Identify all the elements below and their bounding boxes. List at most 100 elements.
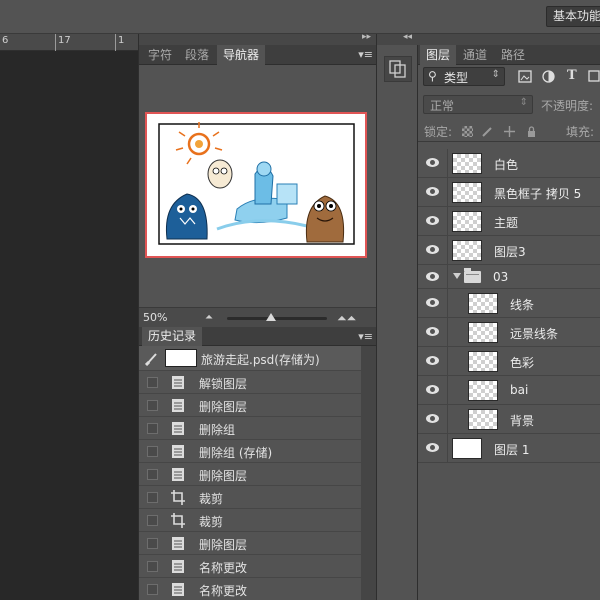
lock-all-icon[interactable] <box>526 126 537 137</box>
layer-thumbnail[interactable] <box>452 240 482 261</box>
layer-row[interactable]: bai <box>418 376 600 405</box>
dock-collapse-bar[interactable]: ◂◂ <box>377 32 419 45</box>
layer-name[interactable]: 背景 <box>510 412 534 429</box>
tab-character[interactable]: 字符 <box>142 45 178 65</box>
visibility-eye-icon[interactable] <box>426 187 439 196</box>
tab-navigator[interactable]: 导航器 <box>217 45 266 65</box>
tab-channels[interactable]: 通道 <box>457 45 493 65</box>
visibility-eye-icon[interactable] <box>426 385 439 394</box>
layer-row[interactable]: 图层3 <box>418 236 600 265</box>
panel-menu-icon[interactable]: ▾≡ <box>358 330 373 343</box>
visibility-eye-icon[interactable] <box>426 216 439 225</box>
layer-name[interactable]: 03 <box>493 270 508 284</box>
layer-thumbnail[interactable] <box>468 380 498 401</box>
layer-name[interactable]: 线条 <box>510 296 534 313</box>
shape-filter-icon[interactable] <box>588 69 600 83</box>
layer-name[interactable]: bai <box>510 383 528 397</box>
layer-name[interactable]: 图层3 <box>494 243 526 260</box>
visibility-eye-icon[interactable] <box>426 443 439 452</box>
layer-row[interactable]: 背景 <box>418 405 600 434</box>
layer-name[interactable]: 色彩 <box>510 354 534 371</box>
zoom-in-icon[interactable]: ⏶⏶ <box>337 311 356 326</box>
visibility-eye-icon[interactable] <box>426 414 439 423</box>
type-filter-icon[interactable]: T <box>567 68 577 83</box>
layer-thumbnail[interactable] <box>468 409 498 430</box>
layer-group-row[interactable]: 03 <box>418 265 600 289</box>
history-brush-source-checkbox[interactable] <box>147 515 158 526</box>
visibility-eye-icon[interactable] <box>426 245 439 254</box>
document-canvas-area[interactable]: 6 17 1 <box>0 34 138 600</box>
history-state[interactable]: 删除图层 <box>139 532 361 555</box>
layer-thumbnail[interactable] <box>468 293 498 314</box>
visibility-eye-icon[interactable] <box>426 327 439 336</box>
history-state[interactable]: 名称更改 <box>139 555 361 578</box>
collapse-arrows-icon[interactable]: ▸▸ <box>362 32 371 42</box>
history-brush-source-checkbox[interactable] <box>147 377 158 388</box>
history-state[interactable]: 删除组 (存储) <box>139 440 361 463</box>
history-state[interactable]: 裁剪 <box>139 509 361 532</box>
dock-panel-button[interactable] <box>384 56 412 82</box>
layer-thumbnail[interactable] <box>468 351 498 372</box>
layer-name[interactable]: 远景线条 <box>510 325 558 342</box>
visibility-eye-icon[interactable] <box>426 298 439 307</box>
navigator-preview[interactable] <box>145 112 367 258</box>
layers-collapse-bar[interactable] <box>418 34 600 45</box>
layer-row[interactable]: 图层 1 <box>418 434 600 463</box>
layer-row[interactable]: 线条 <box>418 289 600 318</box>
history-brush-source-checkbox[interactable] <box>147 561 158 572</box>
image-filter-icon[interactable] <box>518 70 532 83</box>
tab-paragraph[interactable]: 段落 <box>179 45 215 65</box>
history-state[interactable]: 裁剪 <box>139 486 361 509</box>
lock-transparent-icon[interactable] <box>462 126 473 137</box>
expand-arrows-icon[interactable]: ◂◂ <box>403 32 412 42</box>
document-icon <box>172 422 184 435</box>
history-brush-source-checkbox[interactable] <box>147 423 158 434</box>
zoom-level[interactable]: 50% <box>143 311 167 324</box>
tab-history[interactable]: 历史记录 <box>142 327 203 346</box>
layer-row[interactable]: 色彩 <box>418 347 600 376</box>
history-scrollbar[interactable] <box>361 346 377 600</box>
layer-name[interactable]: 主题 <box>494 214 518 231</box>
history-brush-source-checkbox[interactable] <box>147 400 158 411</box>
lock-position-icon[interactable] <box>504 126 515 137</box>
zoom-slider[interactable] <box>227 317 327 320</box>
layer-thumbnail[interactable] <box>468 322 498 343</box>
history-snapshot[interactable]: 旅游走起.psd(存储为) <box>139 346 361 371</box>
layer-thumbnail[interactable] <box>452 211 482 232</box>
layer-thumbnail[interactable] <box>452 153 482 174</box>
tab-layers[interactable]: 图层 <box>420 45 457 65</box>
panel-collapse-bar[interactable]: ▸▸ <box>139 32 377 45</box>
blend-mode-select[interactable]: 正常 ⇕ <box>423 95 533 114</box>
history-state[interactable]: 名称更改 <box>139 578 361 600</box>
layer-row[interactable]: 白色 <box>418 149 600 178</box>
history-brush-source-checkbox[interactable] <box>147 469 158 480</box>
history-state[interactable]: 删除图层 <box>139 394 361 417</box>
layer-name[interactable]: 白色 <box>494 156 518 173</box>
history-state[interactable]: 删除组 <box>139 417 361 440</box>
history-brush-source-checkbox[interactable] <box>147 492 158 503</box>
history-brush-source-checkbox[interactable] <box>147 538 158 549</box>
layer-row[interactable]: 远景线条 <box>418 318 600 347</box>
layer-filter-select[interactable]: ⚲ 类型 ⇕ <box>423 67 505 86</box>
workspace-switcher-button[interactable]: 基本功能 <box>546 6 600 27</box>
layer-row[interactable]: 主题 <box>418 207 600 236</box>
layer-thumbnail[interactable] <box>452 182 482 203</box>
zoom-slider-handle[interactable] <box>266 313 276 321</box>
lock-pixels-icon[interactable] <box>482 126 493 137</box>
zoom-out-icon[interactable]: ⏶ <box>205 312 213 323</box>
visibility-eye-icon[interactable] <box>426 272 439 281</box>
visibility-eye-icon[interactable] <box>426 356 439 365</box>
adjustment-filter-icon[interactable] <box>542 70 555 83</box>
history-brush-source-checkbox[interactable] <box>147 584 158 595</box>
history-brush-source-checkbox[interactable] <box>147 446 158 457</box>
tab-paths[interactable]: 路径 <box>495 45 531 65</box>
panel-menu-icon[interactable]: ▾≡ <box>358 48 373 61</box>
visibility-eye-icon[interactable] <box>426 158 439 167</box>
history-state[interactable]: 删除图层 <box>139 463 361 486</box>
layer-name[interactable]: 图层 1 <box>494 441 529 458</box>
group-expand-arrow-icon[interactable] <box>453 273 461 279</box>
layer-name[interactable]: 黑色框子 拷贝 5 <box>494 185 581 202</box>
layer-thumbnail[interactable] <box>452 438 482 459</box>
layer-row[interactable]: 黑色框子 拷贝 5 <box>418 178 600 207</box>
history-state[interactable]: 解锁图层 <box>139 371 361 394</box>
